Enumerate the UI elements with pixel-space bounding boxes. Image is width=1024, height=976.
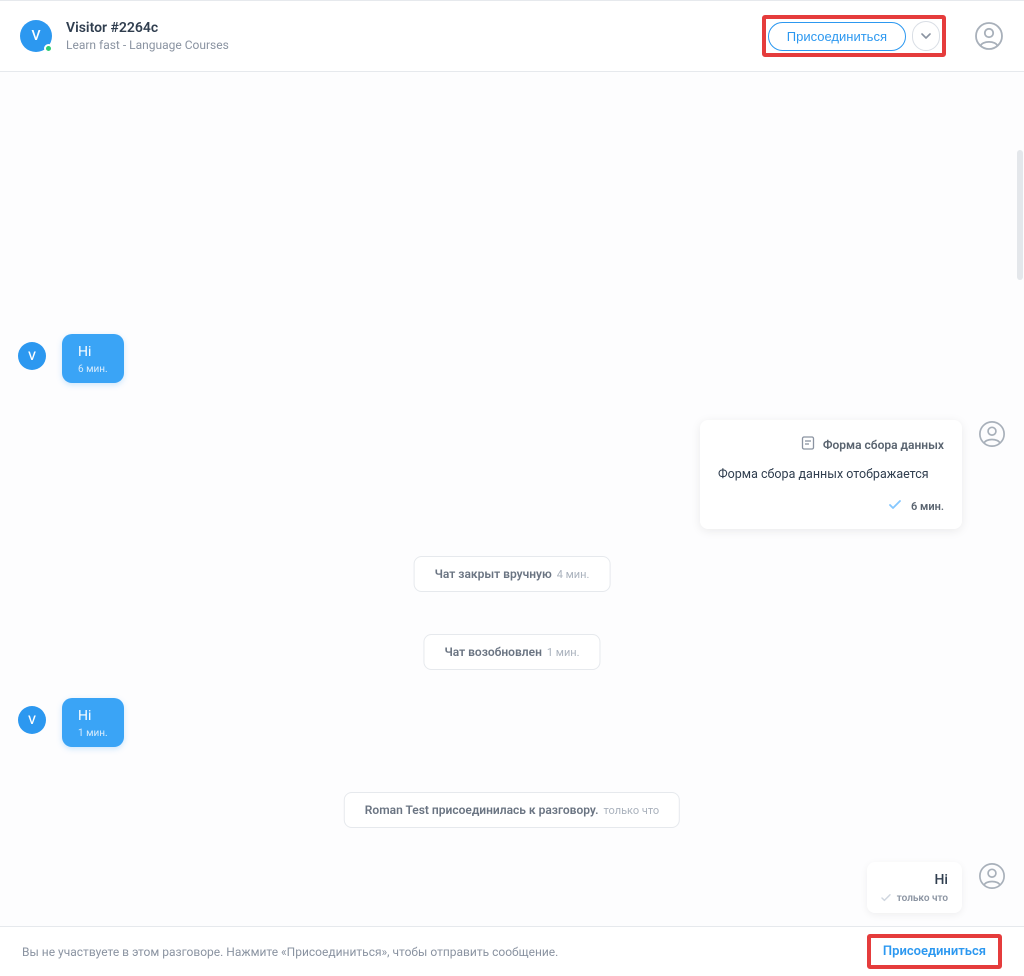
visitor-name: Visitor #2264c [66, 20, 762, 36]
system-time: только что [603, 804, 659, 817]
message-bubble[interactable]: Hi 1 мин. [62, 698, 124, 747]
footer-note: Вы не участвуете в этом разговоре. Нажми… [22, 945, 867, 959]
online-status-dot [44, 44, 53, 53]
message-time: только что [897, 893, 948, 904]
system-pill-closed: Чат закрыт вручную 4 мин. [414, 556, 611, 592]
highlight-join-top: Присоединиться [762, 15, 946, 57]
highlight-join-bottom: Присоединиться [867, 934, 1002, 969]
check-icon [889, 500, 901, 513]
system-text: Чат закрыт вручную [435, 567, 552, 581]
chat-header: V Visitor #2264c Learn fast - Language C… [0, 0, 1024, 72]
agent-avatar-icon [978, 420, 1006, 448]
system-time: 4 мин. [557, 568, 590, 581]
agent-message: Hi только что [867, 862, 1006, 913]
message-time: 1 мин. [78, 728, 108, 739]
avatar-letter: V [31, 28, 40, 44]
visitor-avatar[interactable]: V [20, 20, 52, 52]
message-time: 6 мин. [911, 500, 944, 513]
operator-profile-button[interactable] [974, 21, 1004, 51]
system-time: 1 мин. [547, 646, 580, 659]
join-button[interactable]: Присоединиться [768, 22, 906, 51]
form-card[interactable]: Форма сбора данных Форма сбора данных от… [700, 420, 962, 529]
chevron-down-icon [921, 31, 931, 41]
agent-message: Форма сбора данных Форма сбора данных от… [700, 420, 1006, 529]
form-title: Форма сбора данных [823, 438, 944, 452]
visitor-meta: Visitor #2264c Learn fast - Language Cou… [66, 20, 762, 52]
system-pill-joined: Roman Test присоединилась к разговору. т… [344, 792, 680, 828]
message-time: 6 мин. [78, 364, 108, 375]
join-dropdown-button[interactable] [912, 21, 940, 51]
visitor-message: V Hi 1 мин. [18, 698, 124, 747]
form-body: Форма сбора данных отображается [718, 467, 944, 482]
chat-body[interactable]: V Hi 6 мин. Форма сбора данных Форма сбо… [0, 72, 1024, 926]
visitor-source: Learn fast - Language Courses [66, 38, 762, 52]
message-bubble[interactable]: Hi 6 мин. [62, 334, 124, 383]
message-bubble[interactable]: Hi только что [867, 862, 962, 913]
check-icon [881, 892, 891, 905]
join-button-footer[interactable]: Присоединиться [875, 940, 994, 963]
scrollbar-thumb[interactable] [1017, 150, 1023, 280]
agent-avatar-icon [978, 862, 1006, 890]
system-text: Чат возобновлен [444, 645, 541, 659]
system-text: Roman Test присоединилась к разговору. [365, 803, 599, 817]
visitor-avatar-small: V [18, 342, 46, 370]
chat-footer: Вы не участвуете в этом разговоре. Нажми… [0, 926, 1024, 976]
message-text: Hi [881, 872, 948, 888]
visitor-message: V Hi 6 мин. [18, 334, 124, 383]
visitor-avatar-small: V [18, 706, 46, 734]
system-pill-resumed: Чат возобновлен 1 мин. [423, 634, 600, 670]
message-text: Hi [78, 708, 108, 724]
message-text: Hi [78, 344, 108, 360]
form-icon [801, 436, 815, 453]
